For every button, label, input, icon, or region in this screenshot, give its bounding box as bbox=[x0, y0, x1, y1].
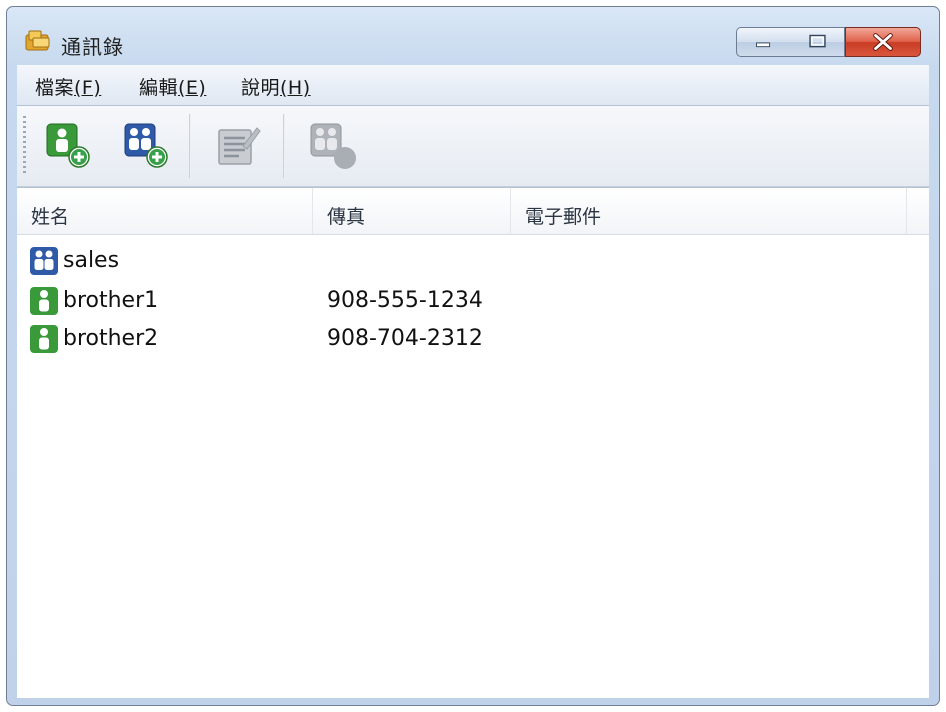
toolbar-grip[interactable] bbox=[23, 116, 26, 176]
delete-button[interactable] bbox=[307, 120, 357, 170]
edit-button[interactable] bbox=[213, 120, 263, 170]
column-header-fax[interactable]: 傳真 bbox=[313, 188, 511, 234]
menu-edit-label: 編輯 bbox=[139, 77, 179, 99]
menu-edit[interactable]: 編輯(E) bbox=[139, 73, 206, 100]
menu-help-accel: (H) bbox=[280, 77, 311, 99]
add-contact-icon bbox=[46, 123, 90, 168]
toolbar-separator bbox=[283, 114, 285, 178]
title-bar[interactable]: 通訊錄 bbox=[7, 7, 939, 65]
list-item-fax: 908-704-2312 bbox=[327, 326, 483, 351]
toolbar-separator bbox=[189, 114, 191, 178]
close-button[interactable] bbox=[845, 27, 921, 57]
list-item-group[interactable]: sales bbox=[17, 242, 929, 280]
window-title: 通訊錄 bbox=[61, 35, 124, 59]
list-item-fax: 908-555-1234 bbox=[327, 288, 483, 313]
menu-edit-accel: (E) bbox=[178, 77, 207, 99]
list-item-contact[interactable]: brother1 908-555-1234 bbox=[17, 282, 929, 320]
list-item-name: brother1 bbox=[63, 288, 159, 313]
maximize-button[interactable] bbox=[791, 27, 845, 57]
toolbar bbox=[17, 106, 929, 187]
delete-icon bbox=[310, 123, 356, 169]
minimize-button[interactable] bbox=[736, 27, 792, 57]
column-header-name[interactable]: 姓名 bbox=[17, 188, 313, 234]
add-contact-button[interactable] bbox=[43, 120, 93, 170]
column-header-email[interactable]: 電子郵件 bbox=[511, 188, 907, 234]
address-book-window: 通訊錄 檔案(F) 編輯(E) 說明(H) 姓名 傳真 電子郵件 sales b… bbox=[6, 6, 940, 706]
list-header: 姓名 傳真 電子郵件 bbox=[17, 188, 929, 235]
address-list[interactable]: 姓名 傳真 電子郵件 sales brother1 908-555-1234 b… bbox=[17, 187, 929, 698]
close-icon bbox=[873, 33, 893, 51]
menu-bar: 檔案(F) 編輯(E) 說明(H) bbox=[17, 65, 929, 106]
list-item-name: sales bbox=[63, 248, 120, 273]
contact-icon bbox=[30, 287, 58, 315]
list-item-contact[interactable]: brother2 908-704-2312 bbox=[17, 320, 929, 358]
address-book-icon bbox=[25, 30, 50, 51]
menu-file-accel: (F) bbox=[74, 77, 102, 99]
menu-file-label: 檔案 bbox=[35, 77, 75, 99]
list-item-name: brother2 bbox=[63, 326, 159, 351]
add-group-button[interactable] bbox=[121, 120, 171, 170]
group-icon bbox=[30, 247, 58, 275]
minimize-icon bbox=[756, 42, 771, 48]
add-group-icon bbox=[124, 123, 168, 168]
contact-icon bbox=[30, 325, 58, 353]
menu-help-label: 說明 bbox=[241, 77, 281, 99]
maximize-icon bbox=[809, 34, 826, 48]
menu-help[interactable]: 說明(H) bbox=[241, 73, 311, 100]
menu-file[interactable]: 檔案(F) bbox=[35, 73, 101, 100]
edit-icon bbox=[218, 127, 261, 165]
